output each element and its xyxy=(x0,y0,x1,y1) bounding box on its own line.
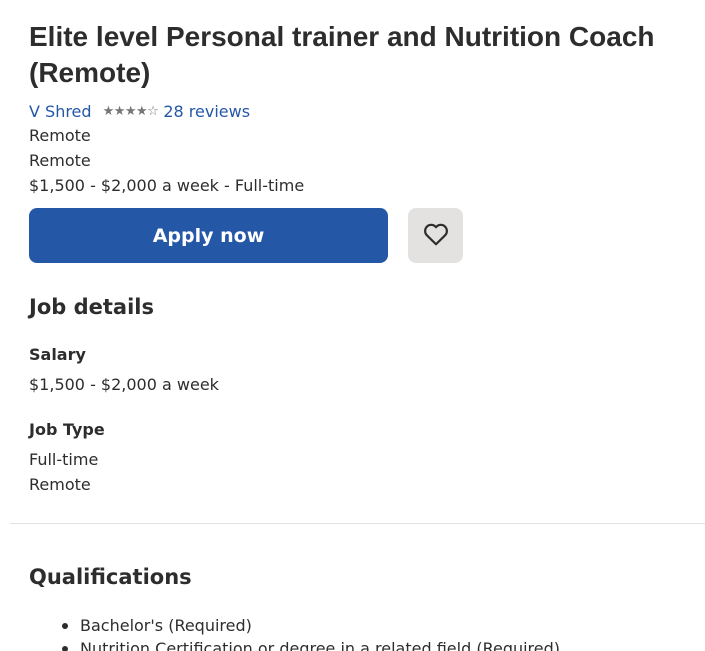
job-title: Elite level Personal trainer and Nutriti… xyxy=(29,19,705,91)
rating-stars: ★ ★ ★ ★ ☆ xyxy=(103,105,159,118)
save-job-button[interactable] xyxy=(408,208,463,263)
company-link[interactable]: V Shred xyxy=(29,102,92,121)
star-icon: ★ xyxy=(124,103,137,119)
salary-type-line: $1,500 - $2,000 a week - Full-time xyxy=(29,175,304,197)
heart-icon xyxy=(423,222,449,250)
job-location-1: Remote xyxy=(29,126,91,145)
star-icon: ★ xyxy=(136,103,148,119)
job-type-value: Remote xyxy=(29,475,91,494)
job-type-value: Full-time xyxy=(29,450,99,469)
salary-summary: $1,500 - $2,000 a week xyxy=(29,176,219,195)
qualifications-list: Bachelor's (Required) Nutrition Certific… xyxy=(29,614,560,651)
job-title-line-2: (Remote) xyxy=(29,57,151,88)
apply-now-button[interactable]: Apply now xyxy=(29,208,388,263)
list-item: Nutrition Certification or degree in a r… xyxy=(29,637,560,651)
star-icon: ★ xyxy=(113,103,126,119)
job-title-line-1: Elite level Personal trainer and Nutriti… xyxy=(29,21,655,52)
qualifications-heading: Qualifications xyxy=(29,565,192,589)
star-icon: ★ xyxy=(102,103,115,119)
job-location-2: Remote xyxy=(29,151,91,170)
salary-label: Salary xyxy=(29,345,86,364)
section-divider xyxy=(10,523,705,524)
job-type-label: Job Type xyxy=(29,420,105,439)
salary-value: $1,500 - $2,000 a week xyxy=(29,375,219,394)
job-type-summary: - Full-time xyxy=(224,176,305,195)
reviews-link[interactable]: 28 reviews xyxy=(163,102,250,121)
company-rating-row: V Shred ★ ★ ★ ★ ☆ 28 reviews xyxy=(29,100,250,122)
star-outline-icon: ☆ xyxy=(147,103,159,119)
list-item: Bachelor's (Required) xyxy=(29,614,560,637)
job-page: Elite level Personal trainer and Nutriti… xyxy=(0,0,705,651)
job-details-heading: Job details xyxy=(29,295,154,319)
